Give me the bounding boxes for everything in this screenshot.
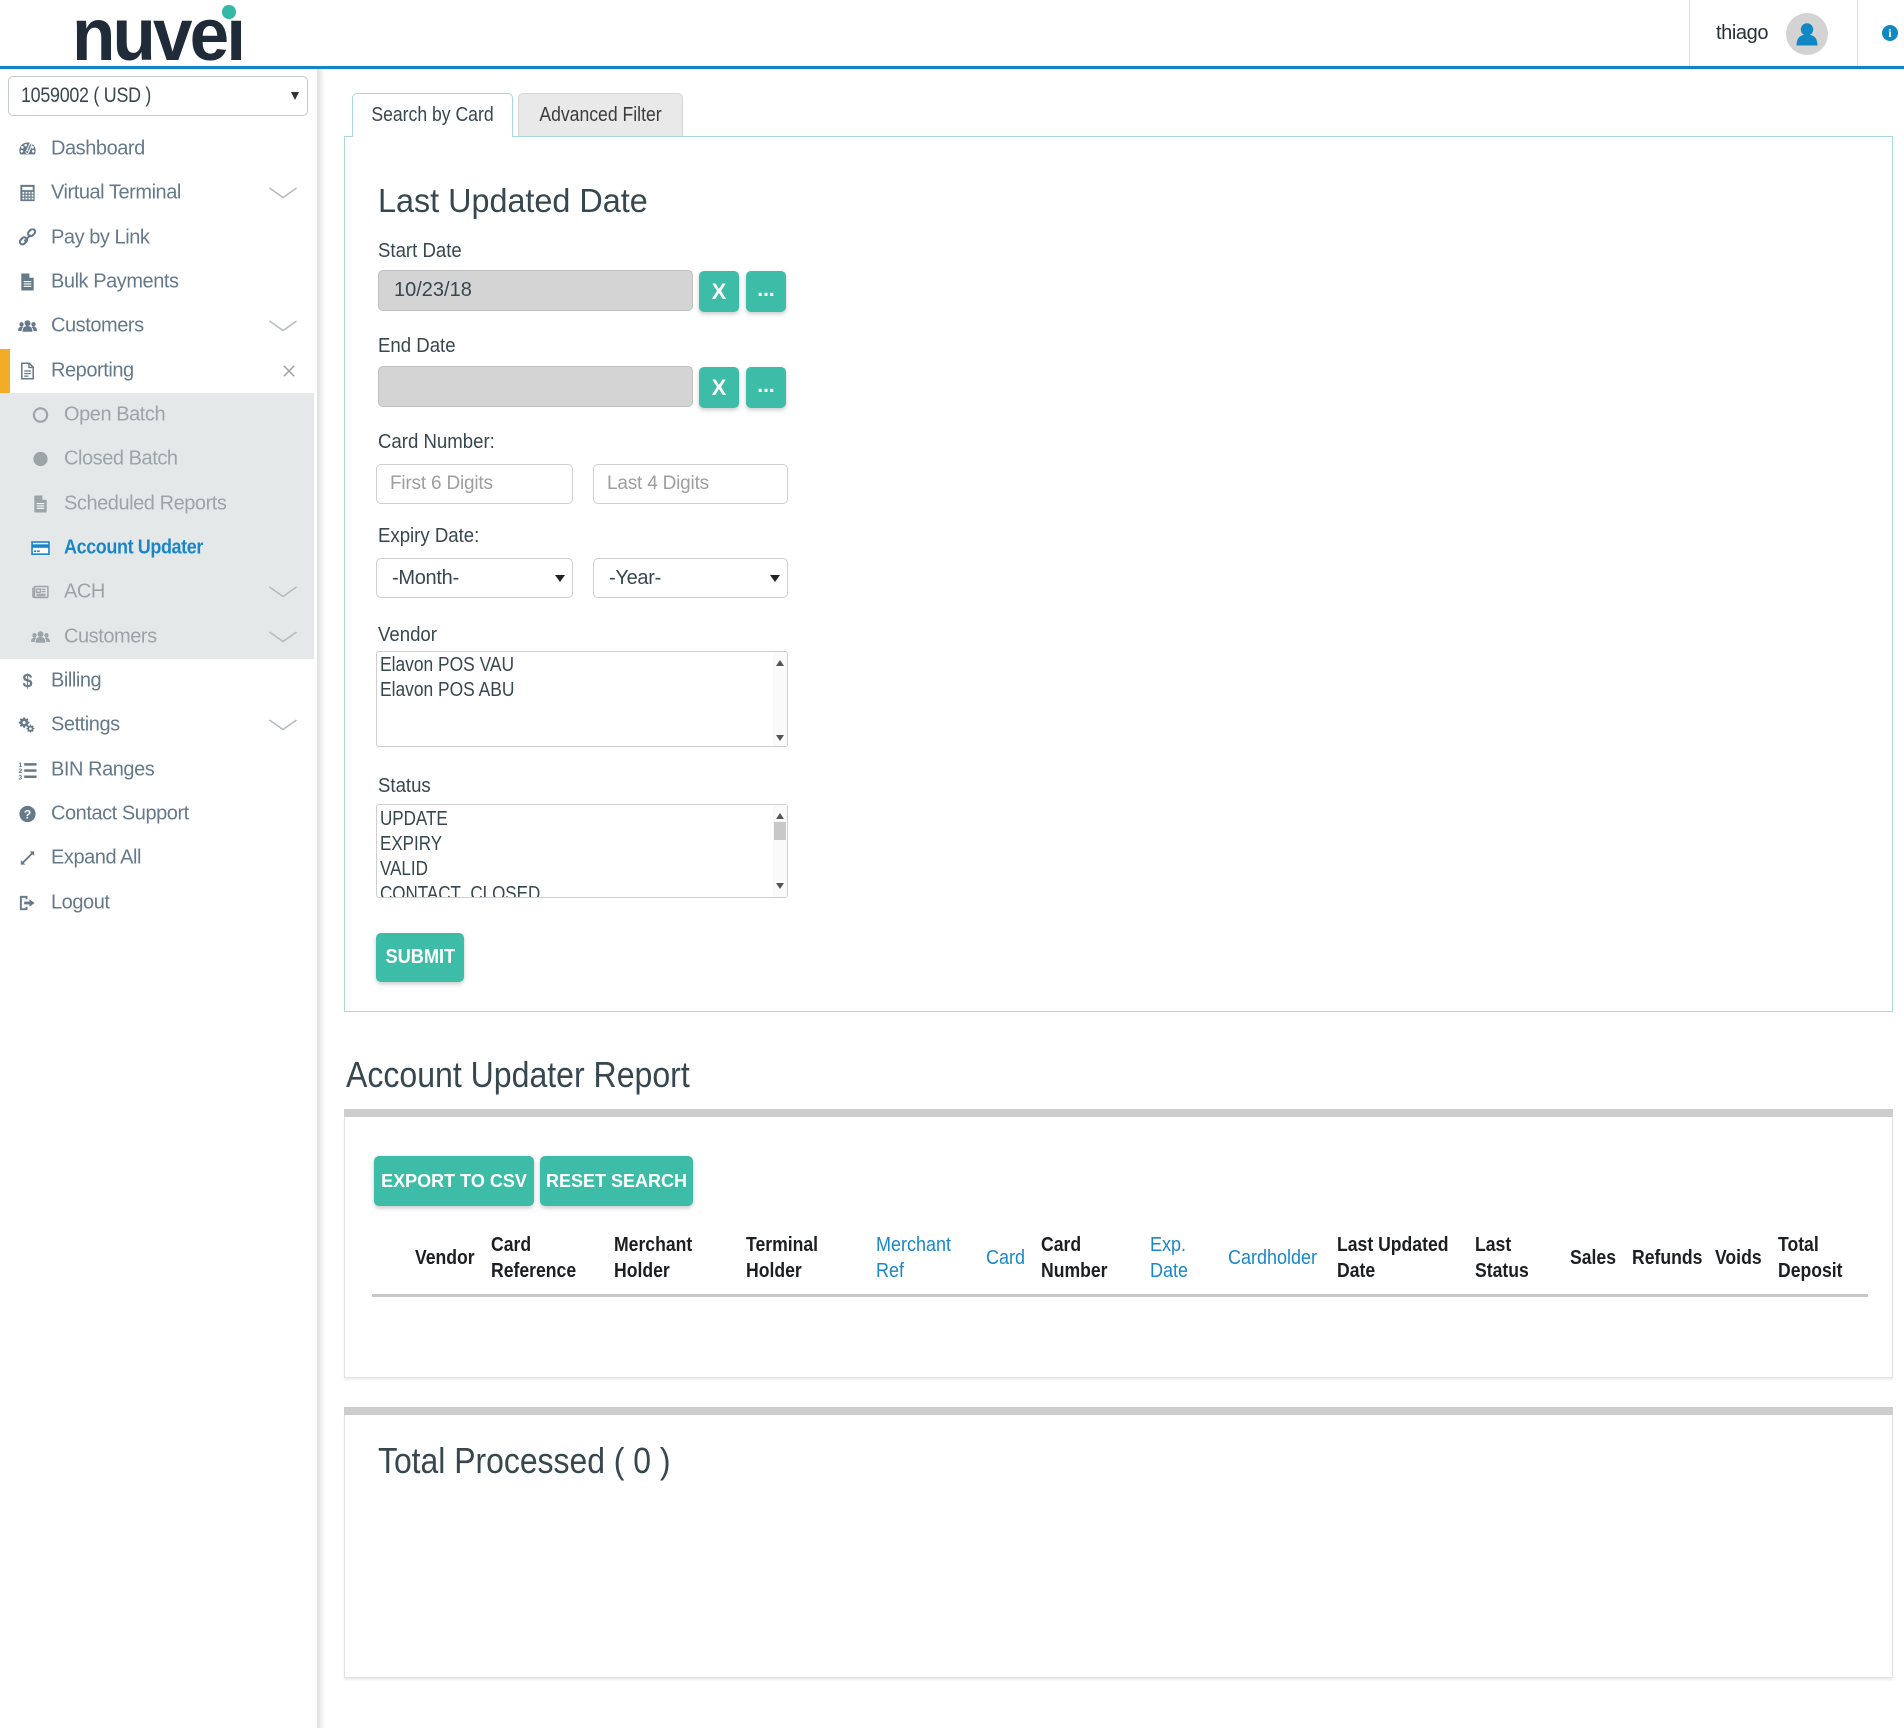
svg-text:$: $ <box>22 671 32 690</box>
svg-text:?: ? <box>24 807 32 821</box>
svg-text:3: 3 <box>18 774 22 779</box>
